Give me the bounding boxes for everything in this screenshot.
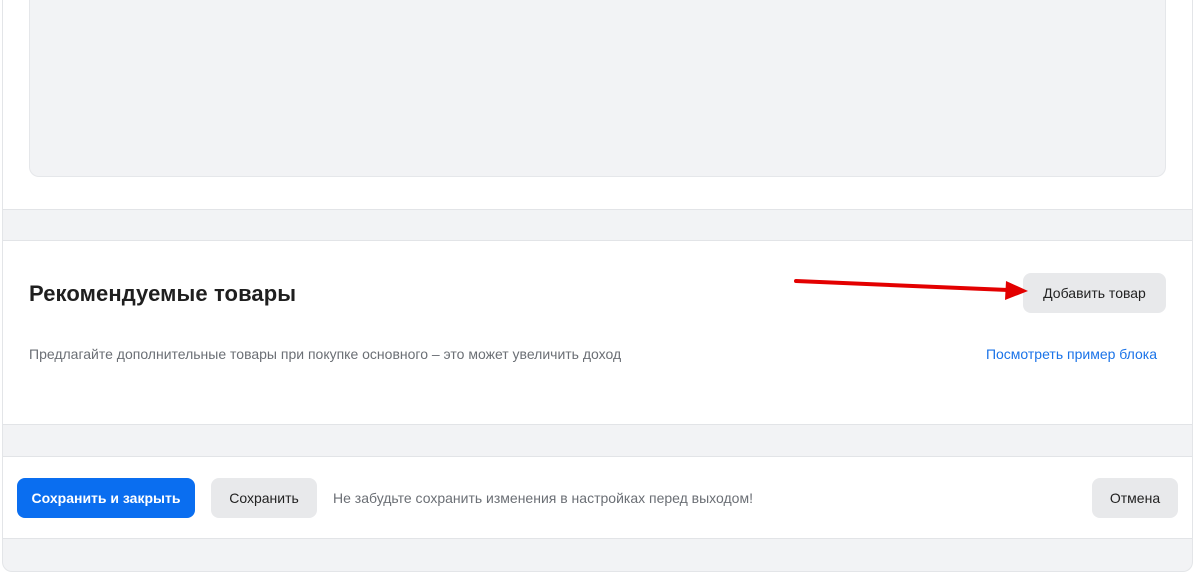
save-button[interactable]: Сохранить [211, 478, 317, 518]
view-example-link[interactable]: Посмотреть пример блока [986, 346, 1157, 362]
recommended-products-section: Рекомендуемые товары Добавить товар Пред… [3, 240, 1192, 425]
save-and-close-button[interactable]: Сохранить и закрыть [17, 478, 195, 518]
action-bar: Сохранить и закрыть Сохранить Не забудьт… [3, 456, 1192, 539]
image-placeholder-area [29, 0, 1166, 177]
content-card-top [3, 0, 1192, 210]
add-product-button[interactable]: Добавить товар [1023, 273, 1166, 313]
cancel-button[interactable]: Отмена [1092, 478, 1178, 518]
save-reminder-text: Не забудьте сохранить изменения в настро… [333, 490, 753, 506]
annotation-arrow-icon [794, 279, 1028, 300]
section-description: Предлагайте дополнительные товары при по… [29, 346, 622, 362]
section-title: Рекомендуемые товары [29, 281, 297, 306]
